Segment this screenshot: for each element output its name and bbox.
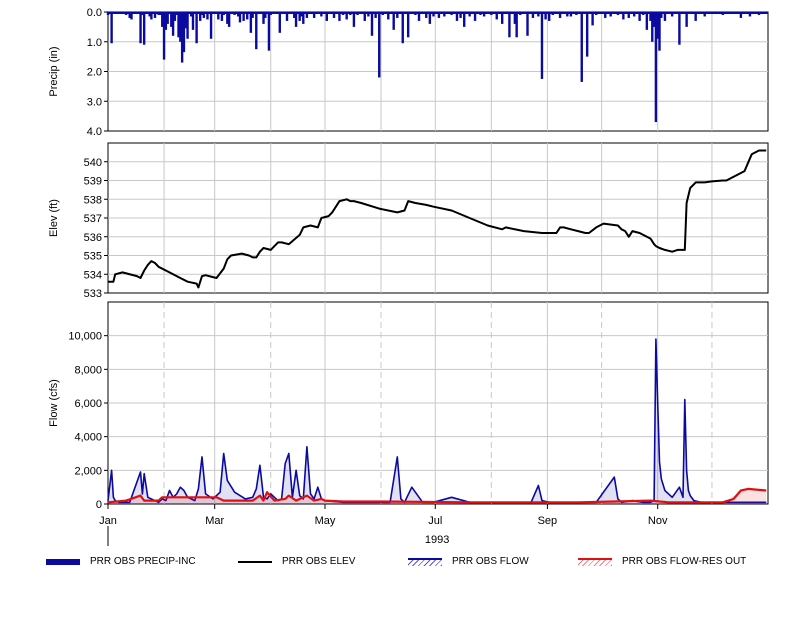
legend-swatch-res (578, 557, 612, 566)
x-tick-label: May (315, 515, 336, 527)
precip-bar (463, 12, 466, 27)
precip-bar (392, 12, 395, 30)
precip-bar (278, 12, 281, 33)
precip-bar (585, 12, 589, 57)
legend-label-flow: PRR OBS FLOW (452, 556, 529, 567)
y-tick-label: 540 (84, 157, 102, 169)
y-tick-label: 2,000 (74, 465, 102, 477)
precip-bar (139, 12, 142, 44)
precip-bar (294, 12, 298, 27)
precip-bar (591, 12, 594, 26)
flow-y-ticks: 0 2,000 4,000 6,000 8,000 10,000 (68, 331, 108, 511)
legend-swatch-precip (46, 558, 80, 565)
hydrograph-chart: 0.0 1.0 2.0 3.0 4.0 Precip (in) 533 534 535 536… (48, 7, 769, 546)
precip-bar (645, 12, 649, 30)
y-tick-label: 10,000 (68, 331, 102, 343)
precip-bar (195, 12, 198, 44)
legend-label-res: PRR OBS FLOW-RES OUT (622, 556, 747, 567)
x-tick-label: Jul (428, 515, 442, 527)
legend: PRR OBS PRECIP-INC PRR OBS ELEV PRR OBS … (0, 556, 800, 576)
y-tick-label: 535 (84, 251, 102, 263)
precip-bar (508, 12, 511, 38)
y-tick-label: 6,000 (74, 398, 102, 410)
y-tick-label: 3.0 (87, 96, 102, 108)
x-axis-year-label: 1993 (425, 534, 449, 546)
precip-y-axis-label: Precip (in) (48, 46, 60, 96)
legend-label-elev: PRR OBS ELEV (282, 556, 356, 567)
precip-bar (191, 12, 195, 30)
precip-bar (540, 12, 544, 79)
y-tick-label: 8,000 (74, 364, 102, 376)
legend-swatch-elev (238, 560, 272, 563)
elev-y-axis-label: Elev (ft) (48, 199, 60, 237)
y-tick-label: 533 (84, 288, 102, 300)
legend-item-flow: PRR OBS FLOW (408, 556, 529, 567)
precip-bar (580, 12, 583, 82)
x-tick-label: Jan (99, 515, 117, 527)
legend-item-precip: PRR OBS PRECIP-INC (46, 556, 196, 567)
y-tick-label: 534 (84, 269, 102, 281)
flow-x-ticks: Jan Mar May Jul Sep Nov (99, 504, 668, 546)
precip-bar (209, 12, 213, 39)
precip-bar (142, 12, 146, 45)
x-tick-label: Mar (205, 515, 224, 527)
precip-bar (186, 12, 189, 39)
y-tick-label: 0 (96, 499, 102, 511)
y-tick-label: 536 (84, 232, 102, 244)
precip-bar (515, 12, 518, 38)
legend-item-res: PRR OBS FLOW-RES OUT (578, 556, 746, 567)
flow-panel: 0 2,000 4,000 6,000 8,000 10,000 Flow (cfs) J… (48, 301, 769, 546)
y-tick-label: 4.0 (87, 126, 102, 138)
y-tick-label: 537 (84, 213, 102, 225)
precip-bar (401, 12, 404, 44)
precip-bar (352, 12, 356, 27)
precip-bar (227, 12, 231, 27)
legend-swatch-flow (408, 557, 442, 566)
elev-panel: 533 534 535 536 537 538 539 540 Elev (ft) (48, 142, 769, 300)
y-tick-label: 538 (84, 194, 102, 206)
precip-y-ticks: 0.0 1.0 2.0 3.0 4.0 (87, 7, 108, 138)
y-tick-label: 1.0 (87, 37, 102, 49)
x-tick-label: Nov (648, 515, 668, 527)
y-tick-label: 2.0 (87, 67, 102, 79)
y-tick-label: 539 (84, 176, 102, 188)
precip-bar (370, 12, 374, 36)
legend-label-precip: PRR OBS PRECIP-INC (90, 556, 196, 567)
precip-bar (267, 12, 271, 51)
y-tick-label: 4,000 (74, 432, 102, 444)
precip-bar (685, 12, 688, 27)
precip-panel: 0.0 1.0 2.0 3.0 4.0 Precip (in) (48, 7, 769, 138)
precip-bar (526, 12, 529, 36)
precip-bar (255, 12, 258, 50)
precip-bar (378, 12, 381, 78)
precip-bar (678, 12, 681, 45)
precip-bar (406, 12, 410, 38)
precip-bar (110, 12, 113, 44)
flow-y-axis-label: Flow (cfs) (48, 379, 60, 427)
legend-item-elev: PRR OBS ELEV (238, 556, 355, 567)
elev-y-ticks: 533 534 535 536 537 538 539 540 (84, 157, 108, 300)
x-tick-label: Sep (538, 515, 558, 527)
y-tick-label: 0.0 (87, 7, 102, 19)
